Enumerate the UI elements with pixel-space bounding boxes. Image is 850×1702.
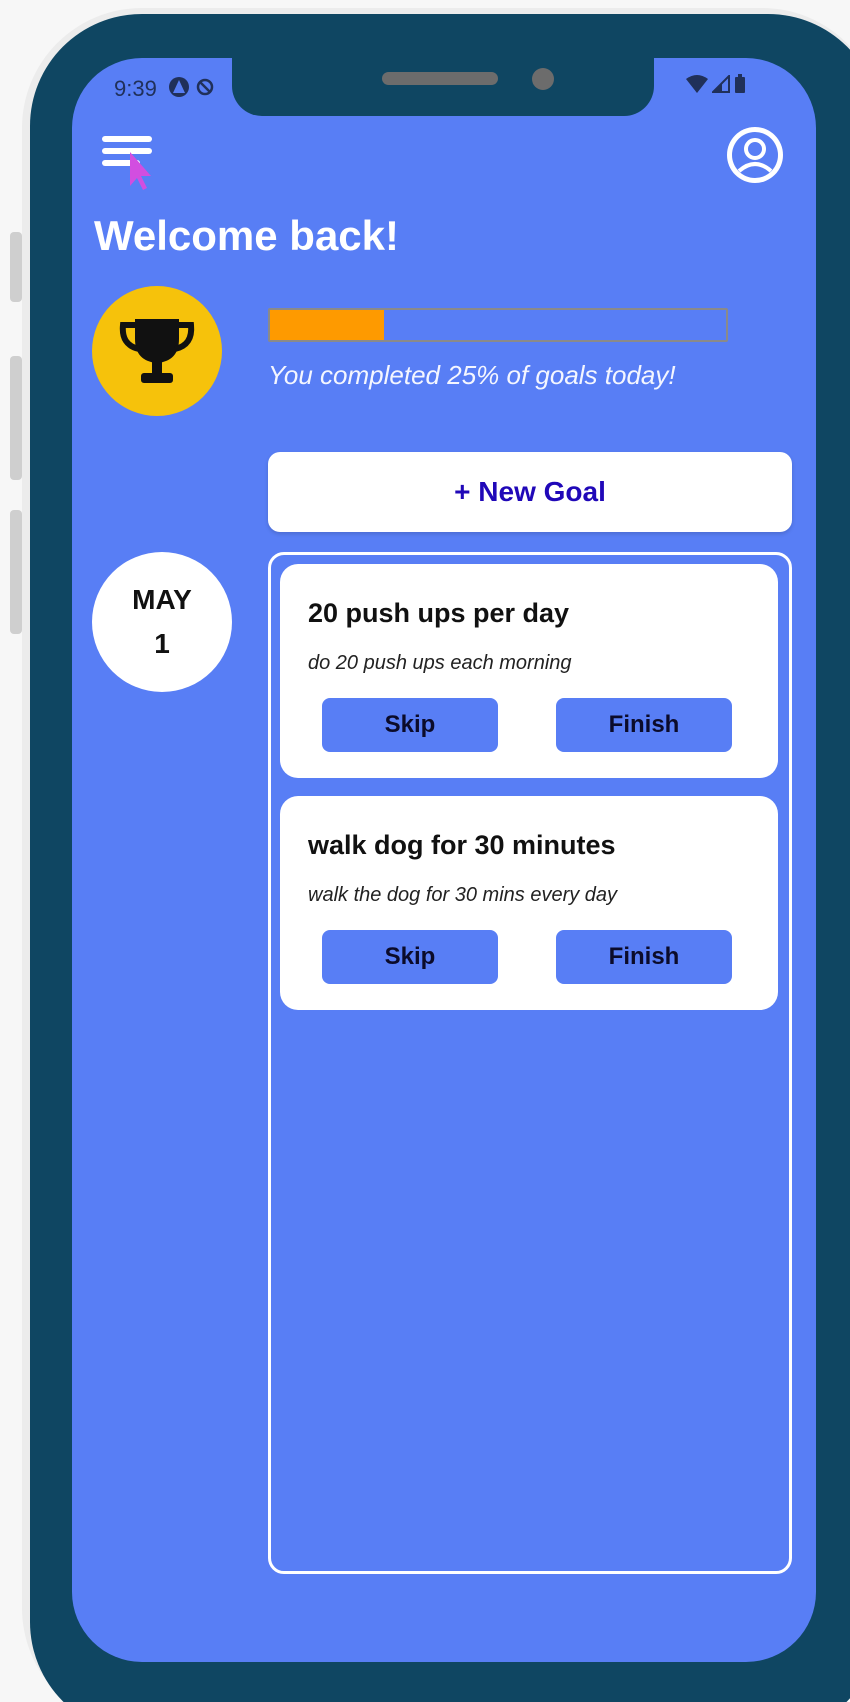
dnd-icon	[196, 78, 214, 96]
signal-icon	[712, 75, 730, 93]
wifi-icon	[686, 75, 708, 93]
new-goal-button[interactable]: + New Goal	[268, 452, 792, 532]
menu-icon	[102, 136, 152, 190]
goal-progress-bar	[268, 308, 728, 342]
page-title: Welcome back!	[94, 212, 400, 259]
finish-button[interactable]: Finish	[556, 930, 732, 984]
app-notification-icon	[169, 77, 189, 97]
account-circle-icon	[727, 127, 783, 183]
goal-card: walk dog for 30 minutes walk the dog for…	[280, 796, 778, 1010]
progress-fill	[270, 310, 384, 340]
skip-button[interactable]: Skip	[322, 930, 498, 984]
goal-description: do 20 push ups each morning	[308, 652, 572, 674]
date-month: MAY	[132, 584, 192, 615]
battery-icon	[735, 74, 745, 93]
date-badge: MAY 1	[92, 552, 232, 692]
notch	[232, 58, 654, 116]
date-day: 1	[154, 628, 170, 659]
page: 9:39 Welcome back! You completed 25% of …	[0, 0, 850, 1702]
front-camera	[532, 68, 554, 90]
goal-description: walk the dog for 30 mins every day	[308, 884, 618, 906]
status-icons-right	[686, 74, 746, 94]
skip-button[interactable]: Skip	[322, 698, 498, 752]
menu-button[interactable]	[100, 134, 156, 194]
goal-card: 20 push ups per day do 20 push ups each …	[280, 564, 778, 778]
silent-switch	[10, 232, 22, 302]
finish-button[interactable]: Finish	[556, 698, 732, 752]
trophy-icon	[119, 319, 195, 383]
progress-text: You completed 25% of goals today!	[268, 360, 676, 390]
status-time: 9:39	[114, 76, 157, 101]
volume-up-button	[10, 356, 22, 480]
profile-button[interactable]	[724, 124, 786, 186]
goal-title: walk dog for 30 minutes	[308, 830, 616, 860]
speaker	[382, 72, 498, 85]
trophy-badge	[92, 286, 222, 416]
goal-title: 20 push ups per day	[308, 598, 570, 628]
volume-down-button	[10, 510, 22, 634]
status-icons-left	[168, 76, 214, 98]
